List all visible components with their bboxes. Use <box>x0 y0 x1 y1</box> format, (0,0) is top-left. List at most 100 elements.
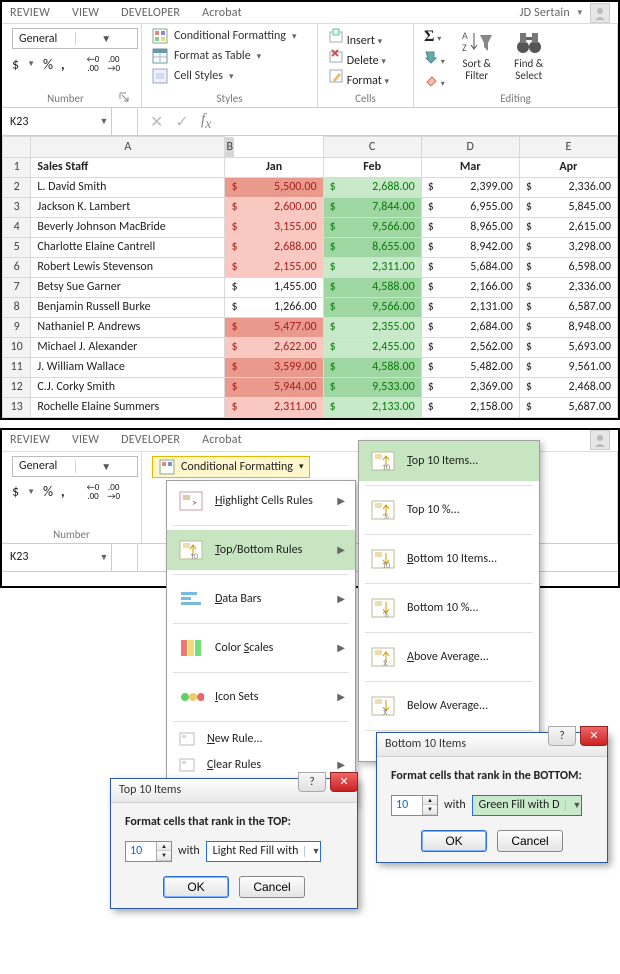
decrease-decimal-button[interactable]: .00→0 <box>107 483 120 501</box>
cell[interactable]: $2,684.00 <box>421 317 519 337</box>
cell[interactable]: Apr <box>519 157 617 177</box>
dropdown-icon[interactable]: ▾ <box>299 461 304 472</box>
cell[interactable]: $2,615.00 <box>519 217 617 237</box>
close-button[interactable]: ✕ <box>580 726 608 746</box>
row-header[interactable]: 7 <box>3 277 31 297</box>
format-button[interactable]: Format ▾ <box>328 68 403 88</box>
menu-item[interactable]: 10Top 10 Items... <box>359 441 539 481</box>
spin-down-icon[interactable]: ▼ <box>423 805 437 815</box>
dialog-launcher-icon[interactable] <box>119 92 131 104</box>
tab-developer[interactable]: DEVELOPER <box>121 6 180 20</box>
cell[interactable]: $3,298.00 <box>519 237 617 257</box>
spin-up-icon[interactable]: ▲ <box>423 796 437 806</box>
row-header[interactable]: 5 <box>3 237 31 257</box>
dropdown-icon[interactable]: ▾ <box>257 51 262 62</box>
cell[interactable]: J. William Wallace <box>31 357 225 377</box>
tab-acrobat[interactable]: Acrobat <box>202 433 242 447</box>
row-header[interactable]: 9 <box>3 317 31 337</box>
cell[interactable]: $2,688.00 <box>323 177 421 197</box>
cell[interactable]: $5,500.00 <box>225 177 323 197</box>
cell[interactable]: Beverly Johnson MacBride <box>31 217 225 237</box>
row-header[interactable]: 3 <box>3 197 31 217</box>
fx-icon[interactable]: fx <box>201 111 211 132</box>
cell[interactable]: L. David Smith <box>31 177 225 197</box>
cancel-formula-icon[interactable]: ✕ <box>150 112 163 132</box>
row-header[interactable]: 11 <box>3 357 31 377</box>
tab-review[interactable]: REVIEW <box>10 6 50 20</box>
dropdown-icon[interactable]: ▾ <box>378 36 383 47</box>
cell[interactable]: Charlotte Elaine Cantrell <box>31 237 225 257</box>
format-as-table-button[interactable]: Format as Table ▾ <box>152 48 307 64</box>
cell[interactable]: Rochelle Elaine Summers <box>31 397 225 417</box>
ok-button[interactable]: OK <box>163 876 229 898</box>
cell[interactable]: $2,355.00 <box>323 317 421 337</box>
column-header[interactable]: B <box>225 137 234 157</box>
cell[interactable]: $8,942.00 <box>421 237 519 257</box>
dropdown-icon[interactable]: ▼ <box>576 8 584 18</box>
number-format-combo[interactable]: General ▼ <box>12 28 138 49</box>
row-header[interactable]: 2 <box>3 177 31 197</box>
row-header[interactable]: 4 <box>3 217 31 237</box>
percent-button[interactable]: % <box>43 56 53 73</box>
cell[interactable]: $2,455.00 <box>323 337 421 357</box>
cell[interactable]: C.J. Corky Smith <box>31 377 225 397</box>
tab-review[interactable]: REVIEW <box>10 433 50 447</box>
tab-developer[interactable]: DEVELOPER <box>121 433 180 447</box>
menu-item[interactable]: x̄Below Average... <box>359 686 539 726</box>
autosum-button[interactable]: Σ ▾ <box>424 28 445 46</box>
delete-button[interactable]: Delete ▾ <box>328 48 403 68</box>
cell[interactable]: $5,845.00 <box>519 197 617 217</box>
menu-item[interactable]: x̄Above Average... <box>359 637 539 677</box>
menu-item[interactable]: Color Scales▶ <box>167 628 355 668</box>
cell[interactable]: $6,587.00 <box>519 297 617 317</box>
cell[interactable]: $9,561.00 <box>519 357 617 377</box>
row-header[interactable]: 1 <box>3 157 31 177</box>
cell[interactable]: $7,844.00 <box>323 197 421 217</box>
menu-item[interactable]: Icon Sets▶ <box>167 677 355 717</box>
column-header[interactable]: D <box>421 137 519 158</box>
currency-button[interactable]: $ <box>12 56 19 73</box>
cell[interactable]: $2,311.00 <box>225 397 323 417</box>
column-header[interactable]: A <box>31 137 225 158</box>
comma-button[interactable]: , <box>61 483 65 500</box>
dropdown-icon[interactable]: ▼ <box>75 460 138 473</box>
cell[interactable]: $2,468.00 <box>519 377 617 397</box>
cell[interactable]: Jan <box>225 157 323 177</box>
increase-decimal-button[interactable]: ←0.00 <box>87 483 100 501</box>
user-name[interactable]: JD Sertain <box>520 6 570 20</box>
conditional-formatting-button[interactable]: Conditional Formatting ▾ <box>152 28 307 44</box>
cell[interactable]: $5,693.00 <box>519 337 617 357</box>
dropdown-icon[interactable]: ▼ <box>97 116 111 127</box>
dropdown-icon[interactable]: ▼ <box>75 32 138 45</box>
dropdown-icon[interactable]: ▾ <box>437 34 441 44</box>
spin-up-icon[interactable]: ▲ <box>157 842 171 852</box>
cell[interactable]: $2,166.00 <box>421 277 519 297</box>
dropdown-icon[interactable]: ▼ <box>27 487 35 497</box>
column-header[interactable]: C <box>323 137 421 158</box>
cell[interactable]: $9,566.00 <box>323 217 421 237</box>
cell[interactable]: $9,533.00 <box>323 377 421 397</box>
cell[interactable]: $2,131.00 <box>421 297 519 317</box>
increase-decimal-button[interactable]: ←0.00 <box>87 55 100 73</box>
close-button[interactable]: ✕ <box>330 772 358 792</box>
cell[interactable]: $2,399.00 <box>421 177 519 197</box>
number-format-combo[interactable]: General ▼ <box>12 456 138 477</box>
menu-item[interactable]: %Top 10 %... <box>359 490 539 530</box>
cell[interactable]: $8,948.00 <box>519 317 617 337</box>
cell[interactable]: $2,600.00 <box>225 197 323 217</box>
name-box[interactable]: K23 ▼ <box>2 544 112 571</box>
cell[interactable]: Nathaniel P. Andrews <box>31 317 225 337</box>
cell[interactable]: Sales Staff <box>31 157 225 177</box>
dropdown-icon[interactable]: ▼ <box>304 846 320 857</box>
fill-select[interactable]: Light Red Fill with ▼ <box>206 841 322 862</box>
tab-view[interactable]: VIEW <box>72 6 99 20</box>
help-button[interactable]: ? <box>298 772 326 792</box>
spin-down-icon[interactable]: ▼ <box>157 851 171 861</box>
dropdown-icon[interactable]: ▾ <box>441 79 445 89</box>
percent-button[interactable]: % <box>43 483 53 500</box>
rank-spinner[interactable]: ▲▼ <box>391 795 438 816</box>
insert-button[interactable]: Insert ▾ <box>328 28 403 48</box>
menu-item[interactable]: 10Bottom 10 Items... <box>359 539 539 579</box>
cell[interactable]: $3,155.00 <box>225 217 323 237</box>
cell[interactable]: $8,965.00 <box>421 217 519 237</box>
